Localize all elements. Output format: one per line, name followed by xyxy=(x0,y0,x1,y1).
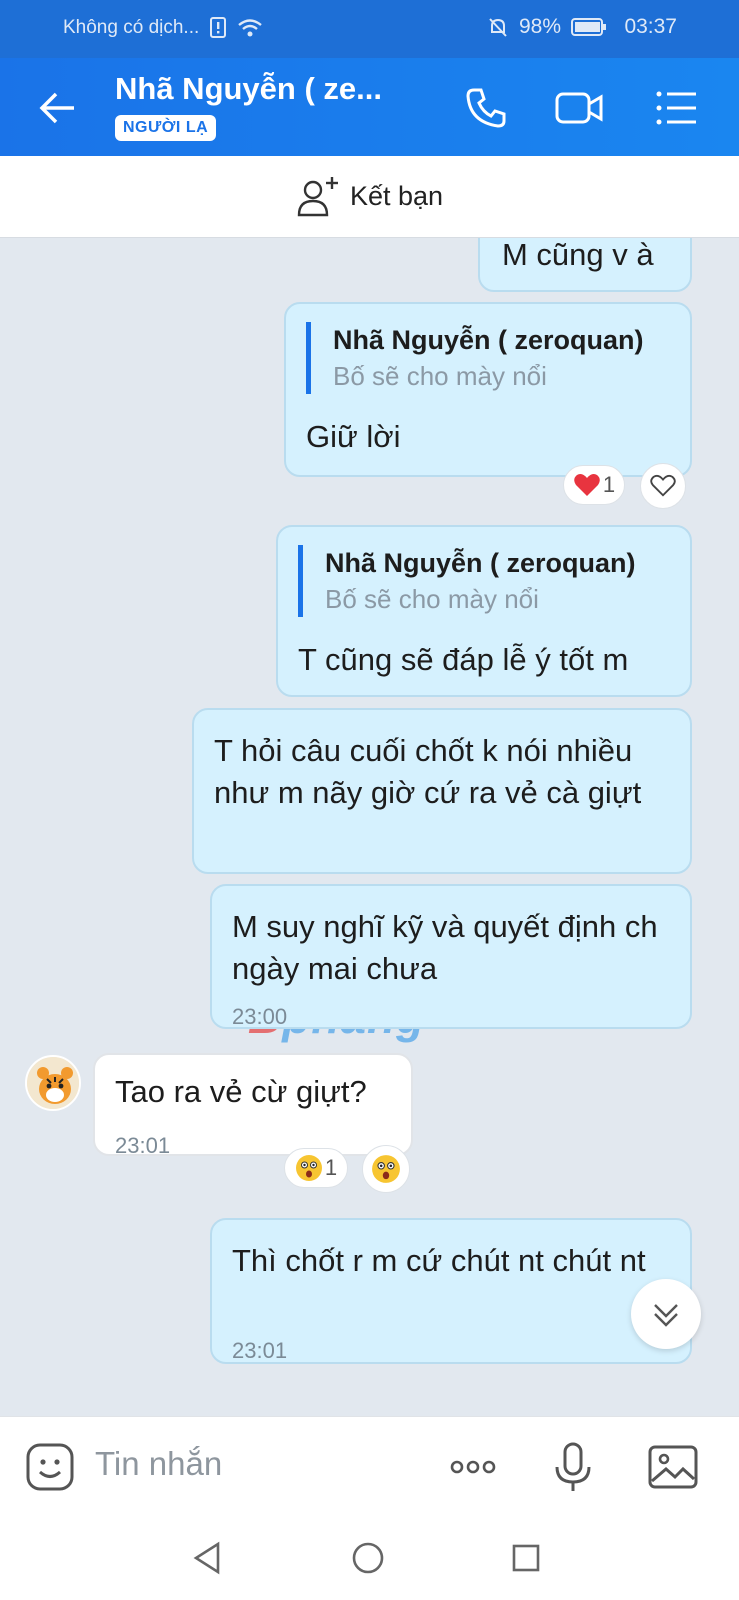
message-time: 23:01 xyxy=(115,1133,171,1158)
message-bubble[interactable]: Nhã Nguyễn ( zeroquan) Bố sẽ cho mày nổi… xyxy=(276,525,692,697)
surprised-emoji-icon xyxy=(295,1155,322,1181)
reaction-number: 1 xyxy=(602,472,616,497)
message-text: Thì chốt r m cứ chút nt chút nt xyxy=(232,1243,646,1278)
battery-icon xyxy=(571,18,606,36)
clock: 03:37 xyxy=(624,15,677,38)
message-bubble[interactable]: Tao ra vẻ cừ giựt? 23:01 xyxy=(93,1053,413,1158)
react-button[interactable] xyxy=(640,463,686,509)
reaction-count[interactable]: 1 xyxy=(284,1148,348,1188)
recents-nav-icon[interactable] xyxy=(508,1540,544,1576)
message-bubble[interactable]: T hỏi câu cuối chốt k nói nhiều như m nã… xyxy=(192,708,692,874)
message-text: Tao ra vẻ cừ giựt? xyxy=(115,1074,367,1109)
add-user-icon xyxy=(297,176,338,216)
message-bubble[interactable]: M suy nghĩ kỹ và quyết định ch ngày mai … xyxy=(210,884,692,1029)
quote-author: Nhã Nguyễn ( zeroquan) xyxy=(325,548,636,578)
message-bubble[interactable]: Nhã Nguyễn ( zeroquan) Bố sẽ cho mày nổi… xyxy=(284,302,692,477)
battery-percent: 98% xyxy=(518,15,561,38)
reaction-count[interactable]: 1 xyxy=(563,465,625,505)
reaction-number: 1 xyxy=(324,1155,338,1180)
video-icon[interactable] xyxy=(555,84,603,132)
sticker-icon[interactable] xyxy=(22,1439,78,1495)
message-bubble[interactable]: Thì chốt r m cứ chút nt chút nt 23:01 xyxy=(210,1218,692,1364)
phone-icon[interactable] xyxy=(462,84,510,132)
sim-alert-icon xyxy=(210,17,227,38)
quote-text: Bố sẽ cho mày nổi xyxy=(325,584,539,614)
quote-text: Bố sẽ cho mày nổi xyxy=(333,361,547,391)
quote-author: Nhã Nguyễn ( zeroquan) xyxy=(333,325,644,355)
chat-header: Nhã Nguyễn ( ze... NGƯỜI LẠ xyxy=(0,58,739,156)
message-text: M suy nghĩ kỹ và quyết định ch ngày mai … xyxy=(232,909,658,986)
quoted-message[interactable]: Nhã Nguyễn ( zeroquan) Bố sẽ cho mày nổi xyxy=(306,322,644,394)
carrier-text: Không có dịch... xyxy=(63,17,200,38)
more-icon[interactable] xyxy=(445,1439,501,1495)
double-chevron-down-icon xyxy=(654,1304,678,1327)
message-text: T cũng sẽ đáp lễ ý tốt m xyxy=(298,642,629,677)
mute-bell-icon xyxy=(489,18,507,37)
message-input[interactable]: Tin nhắn xyxy=(95,1445,222,1483)
message-time: 23:00 xyxy=(232,1004,288,1029)
microphone-icon[interactable] xyxy=(545,1439,601,1495)
tiger-avatar-icon xyxy=(27,1057,79,1109)
scroll-down-button[interactable] xyxy=(631,1279,701,1349)
surprised-emoji-icon xyxy=(372,1155,400,1183)
sender-avatar[interactable] xyxy=(25,1055,81,1111)
react-button[interactable] xyxy=(362,1145,410,1193)
add-friend-button[interactable]: Kết bạn xyxy=(0,156,739,238)
back-arrow-icon[interactable] xyxy=(36,86,80,130)
menu-icon[interactable] xyxy=(652,84,700,132)
back-nav-icon[interactable] xyxy=(190,1540,226,1576)
heart-icon xyxy=(574,474,600,496)
contact-name[interactable]: Nhã Nguyễn ( ze... xyxy=(115,71,382,107)
message-input-bar: Tin nhắn xyxy=(0,1416,739,1516)
stranger-badge: NGƯỜI LẠ xyxy=(115,115,217,141)
system-nav-bar xyxy=(0,1516,739,1600)
message-text: M cũng v à xyxy=(502,238,654,272)
message-time: 23:01 xyxy=(232,1338,288,1363)
home-nav-icon[interactable] xyxy=(350,1540,386,1576)
add-friend-label: Kết bạn xyxy=(349,181,444,211)
heart-outline-icon xyxy=(650,474,676,497)
chat-area[interactable]: M cũng v à Nhã Nguyễn ( zeroquan) Bố sẽ … xyxy=(0,238,739,1416)
image-icon[interactable] xyxy=(645,1439,701,1495)
wifi-icon xyxy=(238,19,263,37)
quoted-message[interactable]: Nhã Nguyễn ( zeroquan) Bố sẽ cho mày nổi xyxy=(298,545,636,617)
message-text: Giữ lời xyxy=(306,419,401,454)
status-bar: Không có dịch... 98% 03:37 xyxy=(0,0,739,58)
message-text: T hỏi câu cuối chốt k nói nhiều như m nã… xyxy=(214,733,642,810)
message-bubble[interactable]: M cũng v à xyxy=(478,238,692,292)
